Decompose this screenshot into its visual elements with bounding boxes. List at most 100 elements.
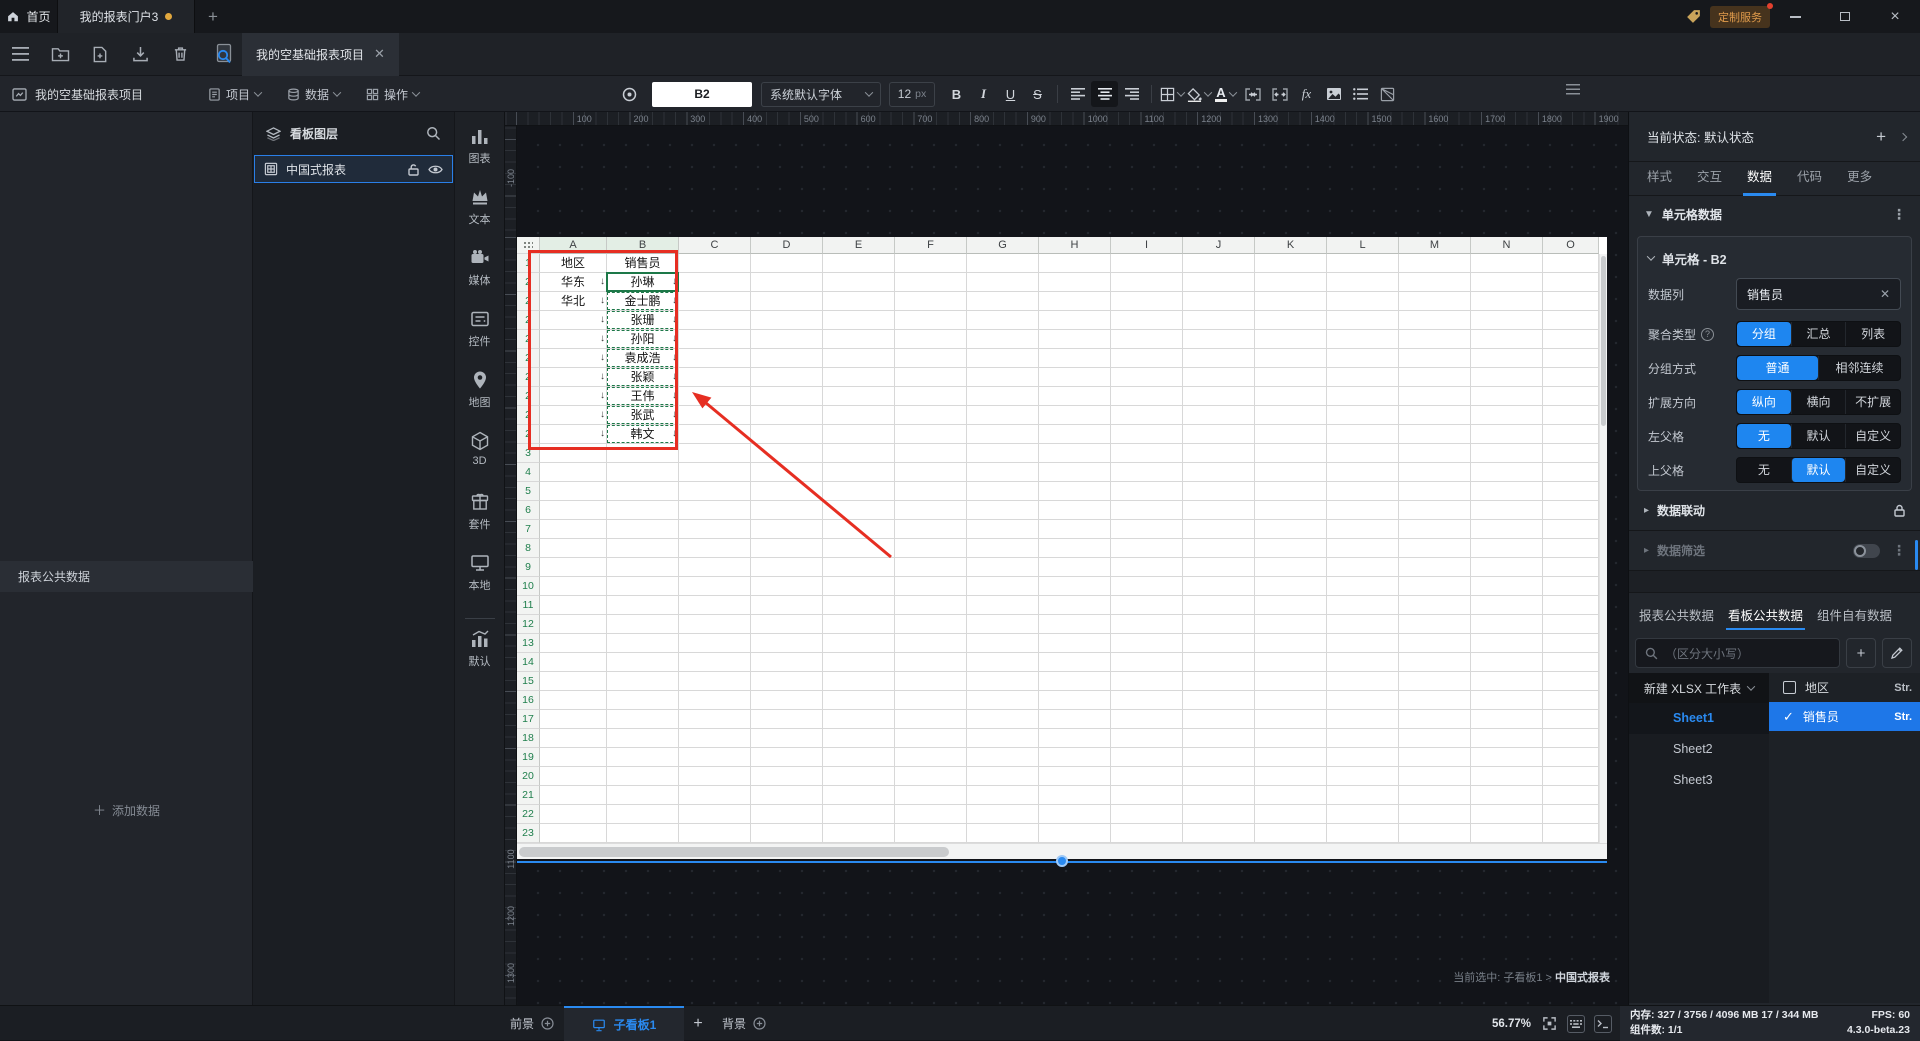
sheet-cell[interactable]	[751, 577, 823, 596]
segment-option[interactable]: 分组	[1737, 322, 1791, 346]
sheet-cell[interactable]	[679, 349, 751, 368]
sheet-cell[interactable]	[1255, 406, 1327, 425]
sheet-cell[interactable]	[967, 786, 1039, 805]
sheet-cell[interactable]	[1111, 672, 1183, 691]
sheet-cell[interactable]	[751, 691, 823, 710]
sheet-cell[interactable]	[607, 596, 679, 615]
sheet-cell[interactable]	[1111, 520, 1183, 539]
sheet-cell[interactable]	[895, 748, 967, 767]
row-number[interactable]: 22	[517, 805, 540, 824]
close-doc-tab-icon[interactable]: ✕	[374, 46, 385, 62]
sheet-cell[interactable]	[1183, 824, 1255, 843]
sheet-cell[interactable]	[1111, 558, 1183, 577]
segment-option[interactable]: 横向	[1790, 390, 1846, 414]
sheet-cell[interactable]	[679, 691, 751, 710]
sheet-cell[interactable]	[540, 672, 607, 691]
sheet-cell[interactable]: ↓	[540, 406, 607, 425]
sheet-cell[interactable]	[1327, 292, 1399, 311]
sheet-cell[interactable]	[679, 672, 751, 691]
sheet-cell[interactable]	[1543, 292, 1599, 311]
sheet-cell[interactable]	[607, 634, 679, 653]
scrollbar-thumb[interactable]	[519, 847, 949, 857]
new-file-button[interactable]	[80, 33, 120, 76]
sheet-cell[interactable]	[1471, 577, 1543, 596]
sheet-cell[interactable]	[1039, 748, 1111, 767]
sheet-cell[interactable]	[1543, 406, 1599, 425]
sheet-cell[interactable]	[1183, 805, 1255, 824]
sheet-cell[interactable]	[1039, 653, 1111, 672]
circle-plus-icon[interactable]	[541, 1017, 554, 1030]
sheet-cell[interactable]	[895, 387, 967, 406]
sheet-cell[interactable]	[1543, 710, 1599, 729]
sheet-cell[interactable]: 王伟 ↓	[607, 387, 679, 406]
tab-数据[interactable]: 数据	[1743, 162, 1777, 196]
sheet-cell[interactable]	[1543, 330, 1599, 349]
row-number[interactable]: 21	[517, 786, 540, 805]
sheet-cell[interactable]	[1471, 311, 1543, 330]
portal-tab[interactable]: 我的报表门户3	[57, 0, 195, 33]
sheet-cell[interactable]	[1327, 406, 1399, 425]
sheet-cell[interactable]	[540, 539, 607, 558]
segment-option[interactable]: 默认	[1790, 458, 1846, 482]
sheet-cell[interactable]	[895, 311, 967, 330]
sheet-cell[interactable]	[1183, 501, 1255, 520]
sheet-cell[interactable]: ↓	[540, 368, 607, 387]
sheet-cell[interactable]	[895, 634, 967, 653]
sheet-cell[interactable]	[679, 729, 751, 748]
sheet-cell[interactable]	[751, 672, 823, 691]
sheet-cell[interactable]	[1399, 349, 1471, 368]
sheet-cell[interactable]	[1255, 672, 1327, 691]
sheet-cell[interactable]	[1183, 311, 1255, 330]
sheet-cell[interactable]	[540, 520, 607, 539]
sheet-cell[interactable]	[1255, 615, 1327, 634]
sheet-cell[interactable]	[1543, 368, 1599, 387]
sheet-cell[interactable]	[1111, 577, 1183, 596]
search-icon[interactable]	[426, 126, 441, 141]
column-header-H[interactable]: H	[1039, 237, 1111, 254]
sheet-cell[interactable]	[1327, 634, 1399, 653]
sheet-cell[interactable]	[1039, 387, 1111, 406]
sheet-cell[interactable]	[679, 634, 751, 653]
sheet-cell[interactable]	[1471, 482, 1543, 501]
sheet-cell[interactable]	[1327, 805, 1399, 824]
sheet-cell[interactable]	[1543, 387, 1599, 406]
sheet-cell[interactable]	[540, 596, 607, 615]
row-number[interactable]: 14	[517, 653, 540, 672]
sheet-cell[interactable]	[967, 520, 1039, 539]
sheet-cell[interactable]	[967, 653, 1039, 672]
sheet-cell[interactable]	[1471, 254, 1543, 273]
sheet-cell[interactable]	[607, 539, 679, 558]
sheet-cell[interactable]	[1471, 292, 1543, 311]
sheet-cell[interactable]	[1111, 691, 1183, 710]
sheet-cell[interactable]	[1471, 425, 1543, 444]
sheet-cell[interactable]	[1399, 729, 1471, 748]
sheet-cell[interactable]	[823, 254, 895, 273]
strip-item-widget[interactable]: 控件	[455, 309, 505, 370]
sheet-cell[interactable]	[1039, 577, 1111, 596]
sheet-cell[interactable]	[1399, 558, 1471, 577]
segment-option[interactable]: 汇总	[1790, 322, 1846, 346]
row-number[interactable]: 2	[517, 311, 540, 330]
split-cells-icon[interactable]	[1266, 81, 1293, 107]
sheet-cell[interactable]	[1471, 710, 1543, 729]
menu-project[interactable]: 项目	[208, 86, 263, 103]
sheet-cell[interactable]	[1399, 273, 1471, 292]
sheet-cell[interactable]	[1399, 577, 1471, 596]
sheet-cell[interactable]	[1183, 577, 1255, 596]
row-number[interactable]: 12	[517, 615, 540, 634]
sheet-cell[interactable]	[1183, 539, 1255, 558]
sheet-cell[interactable]	[823, 615, 895, 634]
sheet-cell[interactable]	[1039, 539, 1111, 558]
column-header-A[interactable]: A	[540, 237, 607, 254]
sheet-cell[interactable]	[1111, 539, 1183, 558]
sheet-cell[interactable]	[1111, 653, 1183, 672]
sheet-cell[interactable]	[823, 463, 895, 482]
sheet-cell[interactable]	[679, 520, 751, 539]
sheet-cell[interactable]	[1255, 425, 1327, 444]
sheet-cell[interactable]	[679, 406, 751, 425]
sheet-cell[interactable]	[823, 539, 895, 558]
tab-更多[interactable]: 更多	[1847, 162, 1872, 196]
column-header-B[interactable]: B	[607, 237, 679, 254]
sheet-cell[interactable]	[967, 710, 1039, 729]
sheet-cell[interactable]	[540, 482, 607, 501]
